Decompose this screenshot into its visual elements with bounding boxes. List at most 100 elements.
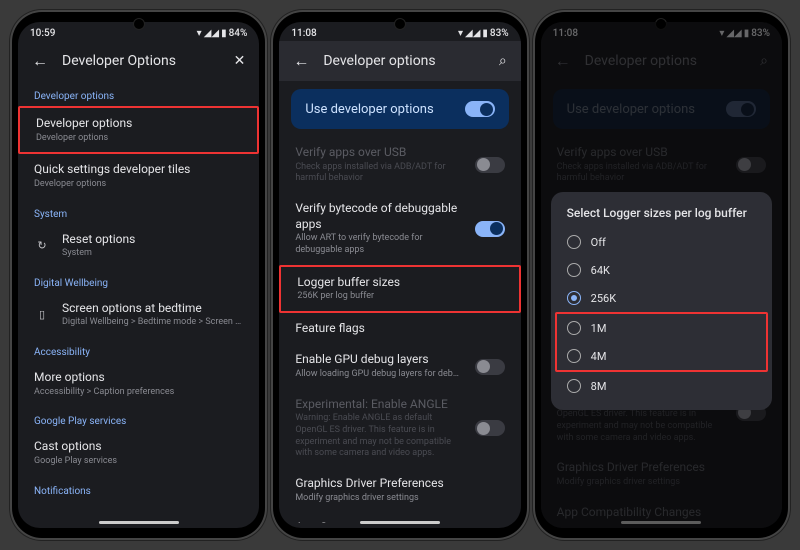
- appbar: ← Developer Options ✕: [18, 41, 259, 81]
- row-reset-options[interactable]: ↻ Reset options System: [18, 224, 259, 268]
- battery-text: 83%: [490, 28, 509, 39]
- row-title: Enable GPU debug layers: [295, 352, 462, 368]
- radio-icon: [567, 379, 581, 393]
- row-sub: Modify graphics driver settings: [295, 493, 504, 505]
- logger-size-dialog: Select Logger sizes per log buffer Off 6…: [551, 192, 772, 410]
- appbar-title: Developer options: [323, 53, 484, 69]
- row-title: Graphics Driver Preferences: [295, 476, 504, 492]
- appbar-title: Developer Options: [62, 53, 220, 69]
- option-64k[interactable]: 64K: [557, 256, 766, 284]
- row-sub: Allow loading GPU debug layers for debug…: [295, 369, 462, 381]
- row-gpu-debug-layers[interactable]: Enable GPU debug layers Allow loading GP…: [279, 344, 520, 388]
- nav-handle[interactable]: [360, 521, 440, 524]
- row-title: Logger buffer sizes: [297, 275, 502, 291]
- radio-icon: [567, 349, 581, 363]
- row-sub: Google Play services: [34, 456, 243, 468]
- settings-list[interactable]: Developer options Developer options Deve…: [18, 81, 259, 523]
- option-label: 8M: [591, 380, 607, 393]
- battery-icon: ▮: [482, 28, 488, 39]
- phone-2: 11:08 ▾ ◢◢ ▮ 83% ← Developer options ⌕ U…: [273, 12, 526, 538]
- row-sub: Check apps installed via ADB/ADT for har…: [295, 162, 462, 185]
- battery-icon: ▮: [221, 28, 227, 39]
- option-4m[interactable]: 4M: [557, 342, 766, 370]
- row-logger-buffer-sizes[interactable]: Logger buffer sizes 256K per log buffer: [279, 265, 520, 313]
- row-title: Cast options: [34, 439, 243, 455]
- option-label: Off: [591, 236, 606, 249]
- option-off[interactable]: Off: [557, 228, 766, 256]
- row-more-options[interactable]: More options Accessibility > Caption pre…: [18, 362, 259, 406]
- toggle[interactable]: [475, 420, 505, 436]
- nav-handle[interactable]: [99, 521, 179, 524]
- row-title: Verify apps over USB: [295, 145, 462, 161]
- row-title: Feature flags: [295, 321, 504, 337]
- row-feature-flags[interactable]: Feature flags: [279, 313, 520, 345]
- use-developer-options-card[interactable]: Use developer options: [291, 89, 508, 129]
- section-notifications: Notifications: [18, 476, 259, 501]
- wifi-icon: ▾: [197, 28, 202, 39]
- toggle[interactable]: [475, 359, 505, 375]
- screen-2: 11:08 ▾ ◢◢ ▮ 83% ← Developer options ⌕ U…: [279, 22, 520, 528]
- option-label: 4M: [591, 350, 607, 363]
- option-1m[interactable]: 1M: [557, 314, 766, 342]
- row-title: Quick settings developer tiles: [34, 162, 243, 178]
- phone-icon: ▯: [34, 308, 50, 321]
- signal-icon: ◢◢: [204, 28, 219, 39]
- screen-1: 10:59 ▾ ◢◢ ▮ 84% ← Developer Options ✕ D…: [18, 22, 259, 528]
- option-label: 256K: [591, 292, 616, 305]
- section-wellbeing: Digital Wellbeing: [18, 268, 259, 293]
- appbar: ← Developer options ⌕: [279, 41, 520, 81]
- signal-icon: ◢◢: [465, 28, 480, 39]
- section-developer-options: Developer options: [18, 81, 259, 106]
- row-enable-angle[interactable]: Experimental: Enable ANGLE Warning: Enab…: [279, 389, 520, 468]
- search-icon[interactable]: ⌕: [499, 53, 507, 69]
- radio-icon: [567, 321, 581, 335]
- screen-3: 11:08 ▾ ◢◢ ▮ 83% ← Developer options ⌕ U…: [541, 22, 782, 528]
- camera-hole: [133, 18, 145, 30]
- reset-icon: ↻: [34, 239, 50, 252]
- row-graphics-driver-prefs[interactable]: Graphics Driver Preferences Modify graph…: [279, 468, 520, 512]
- toggle[interactable]: [475, 221, 505, 237]
- phone-3: 11:08 ▾ ◢◢ ▮ 83% ← Developer options ⌕ U…: [535, 12, 788, 538]
- back-icon[interactable]: ←: [32, 51, 48, 71]
- row-title: Developer options: [36, 116, 241, 132]
- status-icons: ▾ ◢◢ ▮ 83%: [458, 28, 509, 39]
- option-label: 1M: [591, 322, 607, 335]
- battery-text: 84%: [229, 28, 248, 39]
- row-title: Verify bytecode of debuggable apps: [295, 201, 462, 232]
- phone-1: 10:59 ▾ ◢◢ ▮ 84% ← Developer Options ✕ D…: [12, 12, 265, 538]
- section-accessibility: Accessibility: [18, 337, 259, 362]
- row-cast-options[interactable]: Cast options Google Play services: [18, 431, 259, 475]
- row-verify-bytecode[interactable]: Verify bytecode of debuggable apps Allow…: [279, 193, 520, 265]
- radio-icon-selected: [567, 291, 581, 305]
- row-verify-apps-usb[interactable]: Verify apps over USB Check apps installe…: [279, 137, 520, 193]
- use-dev-label: Use developer options: [305, 102, 456, 117]
- row-title: Experimental: Enable ANGLE: [295, 397, 462, 413]
- wifi-icon: ▾: [458, 28, 463, 39]
- row-title: Reset options: [62, 232, 243, 248]
- option-256k[interactable]: 256K: [557, 284, 766, 312]
- row-sub: 256K per log buffer: [297, 291, 502, 303]
- row-title: Screen options at bedtime: [62, 301, 243, 317]
- row-sub: Accessibility > Caption preferences: [34, 387, 243, 399]
- highlight-box: 1M 4M: [555, 312, 768, 372]
- row-bedtime[interactable]: ▯ Screen options at bedtime Digital Well…: [18, 293, 259, 337]
- back-icon[interactable]: ←: [293, 51, 309, 71]
- option-label: 64K: [591, 264, 610, 277]
- row-title: More options: [34, 370, 243, 386]
- row-quick-settings-tiles[interactable]: Quick settings developer tiles Developer…: [18, 154, 259, 198]
- row-developer-options[interactable]: Developer options Developer options: [18, 106, 259, 154]
- option-8m[interactable]: 8M: [557, 372, 766, 400]
- toggle[interactable]: [475, 157, 505, 173]
- clock: 10:59: [30, 28, 55, 39]
- dialog-title: Select Logger sizes per log buffer: [557, 202, 766, 228]
- clock: 11:08: [291, 28, 316, 39]
- close-icon[interactable]: ✕: [234, 53, 246, 69]
- status-icons: ▾ ◢◢ ▮ 84%: [197, 28, 248, 39]
- section-gps: Google Play services: [18, 406, 259, 431]
- row-sub: Developer options: [34, 179, 243, 191]
- radio-icon: [567, 235, 581, 249]
- settings-list[interactable]: Use developer options Verify apps over U…: [279, 81, 520, 523]
- row-sub: System: [62, 248, 243, 260]
- use-dev-toggle[interactable]: [465, 101, 495, 117]
- row-sub: Warning: Enable ANGLE as default OpenGL …: [295, 413, 462, 460]
